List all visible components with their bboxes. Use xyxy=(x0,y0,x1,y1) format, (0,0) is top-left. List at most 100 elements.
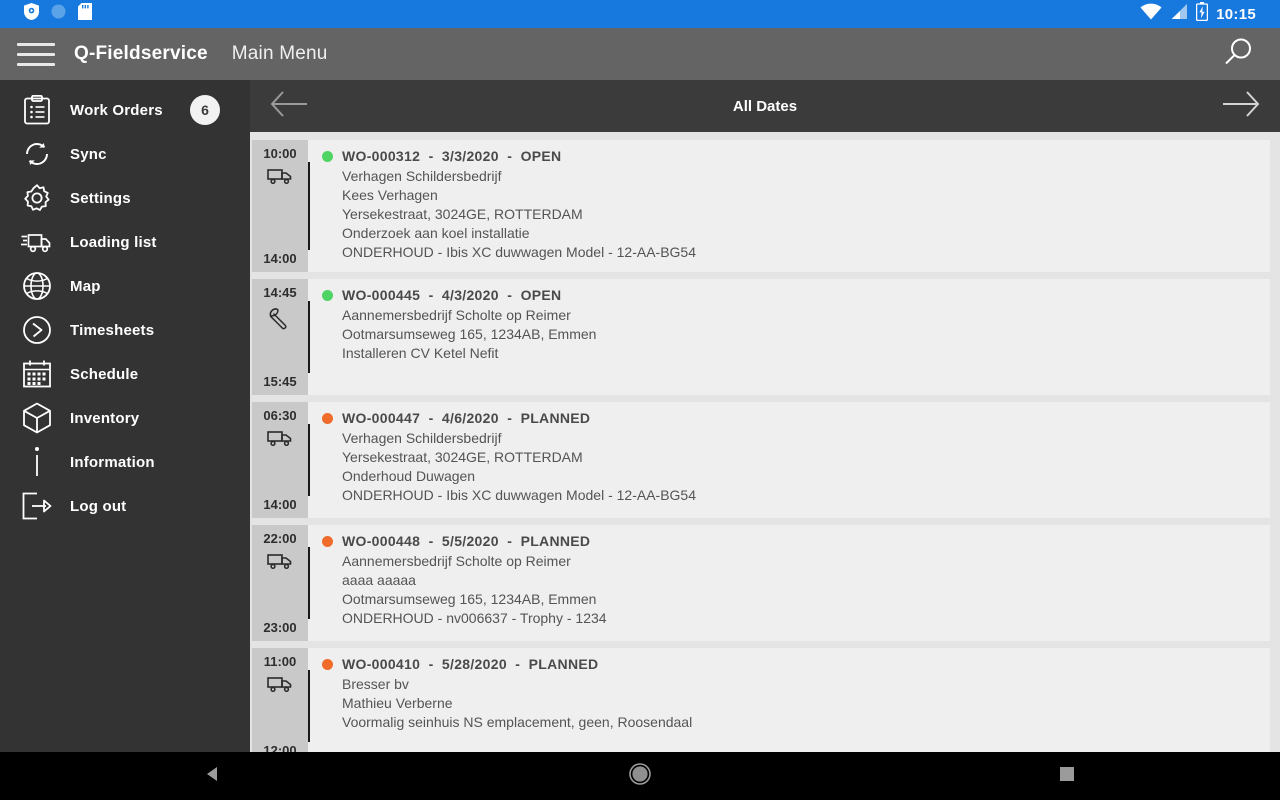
hamburger-bar xyxy=(17,62,55,66)
work-order-line: Installeren CV Ketel Nefit xyxy=(342,345,499,361)
previous-date-button[interactable] xyxy=(266,83,312,129)
sidebar-item-inventory[interactable]: Inventory xyxy=(0,396,250,440)
arrow-left-icon xyxy=(269,87,309,126)
hamburger-bar xyxy=(17,52,55,56)
work-order-details: WO-000448 - 5/5/2020 - PLANNED Aannemers… xyxy=(322,525,1270,641)
truck-icon xyxy=(267,675,293,693)
work-order-line: Aannemersbedrijf Scholte op Reimer xyxy=(342,553,571,569)
next-date-button[interactable] xyxy=(1218,83,1264,129)
calendar-icon xyxy=(14,359,60,389)
start-time: 22:00 xyxy=(263,531,297,546)
work-order-time-column: 06:30 14:00 xyxy=(252,402,308,518)
truck-icon xyxy=(267,167,293,185)
sidebar-item-loading-list[interactable]: Loading list xyxy=(0,220,250,264)
work-order-line: Bresser bv xyxy=(342,676,409,692)
home-circle-icon xyxy=(628,762,652,791)
battery-charging-icon xyxy=(1196,2,1209,26)
card-divider xyxy=(308,547,310,619)
sidebar-item-label: Inventory xyxy=(70,409,140,427)
sidebar-item-label: Sync xyxy=(70,145,107,163)
end-time: 15:45 xyxy=(263,374,297,389)
work-order-header: WO-000410 - 5/28/2020 - PLANNED xyxy=(322,656,1260,672)
app-bar: Q-Fieldservice Main Menu xyxy=(0,28,1280,80)
work-order-list[interactable]: 10:00 14:00 WO-000312 - 3/3/2020 - OPEN … xyxy=(250,132,1280,752)
work-order-line: aaaa aaaaa xyxy=(342,572,416,588)
sidebar-item-timesheets[interactable]: Timesheets xyxy=(0,308,250,352)
work-order-line: Verhagen Schildersbedrijf xyxy=(342,430,502,446)
shield-icon xyxy=(24,3,39,25)
work-order-line: Yersekestraat, 3024GE, ROTTERDAM xyxy=(342,449,583,465)
wrench-icon xyxy=(268,306,292,330)
page-title: Main Menu xyxy=(231,43,328,64)
info-icon xyxy=(14,446,60,478)
work-order-time-column: 10:00 14:00 xyxy=(252,140,308,272)
work-order-header: WO-000312 - 3/3/2020 - OPEN xyxy=(322,148,1260,164)
work-order-line: Mathieu Verberne xyxy=(342,695,453,711)
work-order-details: WO-000410 - 5/28/2020 - PLANNED Bresser … xyxy=(322,648,1270,752)
app-title: Q-Fieldservice xyxy=(74,43,208,64)
end-time: 14:00 xyxy=(263,251,297,266)
date-navigation-bar: All Dates xyxy=(250,80,1280,132)
sidebar-item-schedule[interactable]: Schedule xyxy=(0,352,250,396)
start-time: 10:00 xyxy=(263,146,297,161)
sidebar-item-label: Schedule xyxy=(70,365,139,383)
cube-icon xyxy=(14,402,60,434)
card-divider xyxy=(308,301,310,373)
work-order-line: Ootmarsumseweg 165, 1234AB, Emmen xyxy=(342,326,597,342)
sidebar-item-work-orders[interactable]: Work Orders 6 xyxy=(0,88,250,132)
sidebar-item-label: Map xyxy=(70,277,101,295)
start-time: 11:00 xyxy=(263,654,297,669)
hamburger-menu-icon[interactable] xyxy=(8,42,64,66)
back-triangle-icon xyxy=(203,764,223,789)
work-order-line: Ootmarsumseweg 165, 1234AB, Emmen xyxy=(342,591,597,607)
work-order-card[interactable]: 10:00 14:00 WO-000312 - 3/3/2020 - OPEN … xyxy=(252,140,1270,272)
work-order-line: Aannemersbedrijf Scholte op Reimer xyxy=(342,307,571,323)
sidebar-item-label: Settings xyxy=(70,189,131,207)
clipboard-icon xyxy=(14,95,60,125)
sidebar-item-label: Log out xyxy=(70,497,127,515)
arrow-right-icon xyxy=(1221,87,1261,126)
status-indicator-dot xyxy=(322,289,333,301)
sidebar-item-sync[interactable]: Sync xyxy=(0,132,250,176)
sidebar-item-label: Loading list xyxy=(70,233,157,251)
status-bar-notification-icons xyxy=(24,3,92,25)
work-order-line: Voormalig seinhuis NS emplacement, geen,… xyxy=(342,714,693,730)
start-time: 14:45 xyxy=(263,285,297,300)
start-time: 06:30 xyxy=(263,408,297,423)
end-time: 12:00 xyxy=(263,743,297,752)
sidebar-item-log-out[interactable]: Log out xyxy=(0,484,250,528)
work-order-time-column: 14:45 15:45 xyxy=(252,279,308,395)
home-button[interactable] xyxy=(427,762,854,791)
work-order-card[interactable]: 22:00 23:00 WO-000448 - 5/5/2020 - PLANN… xyxy=(252,525,1270,641)
work-order-title: WO-000445 - 4/3/2020 - OPEN xyxy=(342,287,562,303)
end-time: 23:00 xyxy=(263,620,297,635)
sidebar-item-map[interactable]: Map xyxy=(0,264,250,308)
status-indicator-dot xyxy=(322,535,333,547)
work-order-card[interactable]: 11:00 12:00 WO-000410 - 5/28/2020 - PLAN… xyxy=(252,648,1270,752)
status-indicator-dot xyxy=(322,150,333,162)
signal-icon xyxy=(1170,3,1188,25)
work-order-header: WO-000447 - 4/6/2020 - PLANNED xyxy=(322,410,1260,426)
sidebar-item-information[interactable]: Information xyxy=(0,440,250,484)
work-order-line: ONDERHOUD - nv006637 - Trophy - 1234 xyxy=(342,610,607,626)
work-order-time-column: 22:00 23:00 xyxy=(252,525,308,641)
work-order-title: WO-000447 - 4/6/2020 - PLANNED xyxy=(342,410,591,426)
work-order-card[interactable]: 06:30 14:00 WO-000447 - 4/6/2020 - PLANN… xyxy=(252,402,1270,518)
recents-button[interactable] xyxy=(853,765,1280,788)
back-button[interactable] xyxy=(0,764,427,789)
card-divider xyxy=(308,424,310,496)
search-button[interactable] xyxy=(1216,32,1260,76)
work-order-card[interactable]: 14:45 15:45 WO-000445 - 4/3/2020 - OPEN … xyxy=(252,279,1270,395)
work-order-line: Kees Verhagen xyxy=(342,187,438,203)
wifi-icon xyxy=(1140,3,1162,25)
status-indicator-dot xyxy=(322,412,333,424)
work-order-line: Verhagen Schildersbedrijf xyxy=(342,168,502,184)
android-navigation-bar xyxy=(0,752,1280,800)
status-bar: 10:15 xyxy=(0,0,1280,28)
work-order-time-column: 11:00 12:00 xyxy=(252,648,308,752)
work-order-details: WO-000447 - 4/6/2020 - PLANNED Verhagen … xyxy=(322,402,1270,518)
sidebar-item-settings[interactable]: Settings xyxy=(0,176,250,220)
status-bar-system-icons: 10:15 xyxy=(1140,2,1270,26)
work-order-header: WO-000448 - 5/5/2020 - PLANNED xyxy=(322,533,1260,549)
truck-icon xyxy=(267,552,293,570)
